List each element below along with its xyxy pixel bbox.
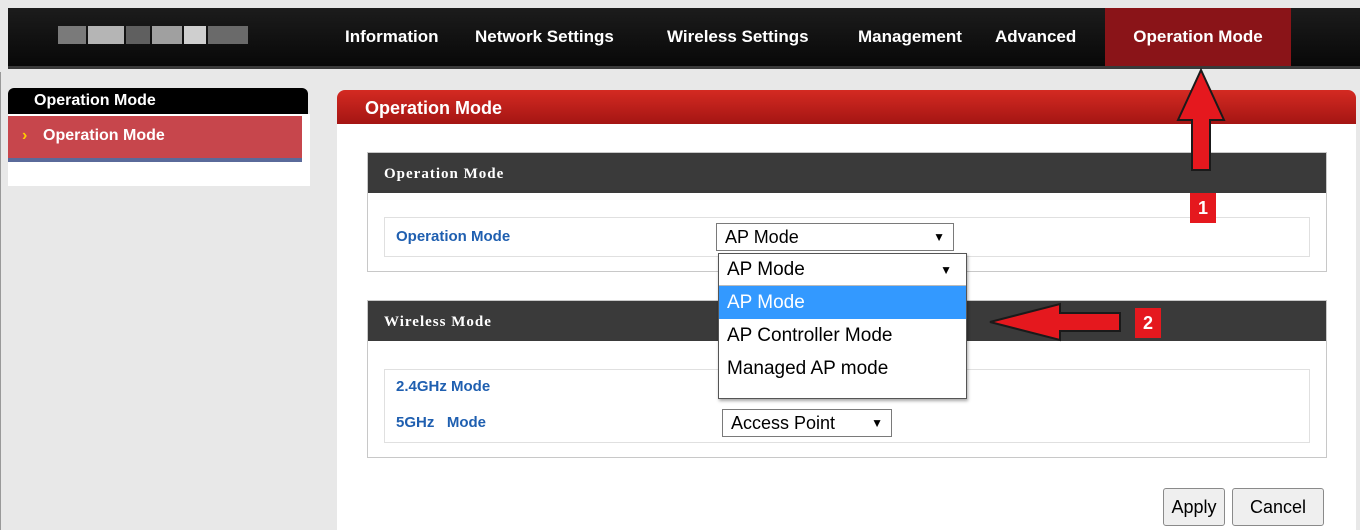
annotation-badge-2: 2 [1135, 308, 1161, 338]
annotation-badge-1: 1 [1190, 193, 1216, 223]
arrow-up-icon [1176, 67, 1226, 171]
annotation-arrows [989, 67, 1226, 342]
arrow-left-icon [989, 302, 1121, 342]
